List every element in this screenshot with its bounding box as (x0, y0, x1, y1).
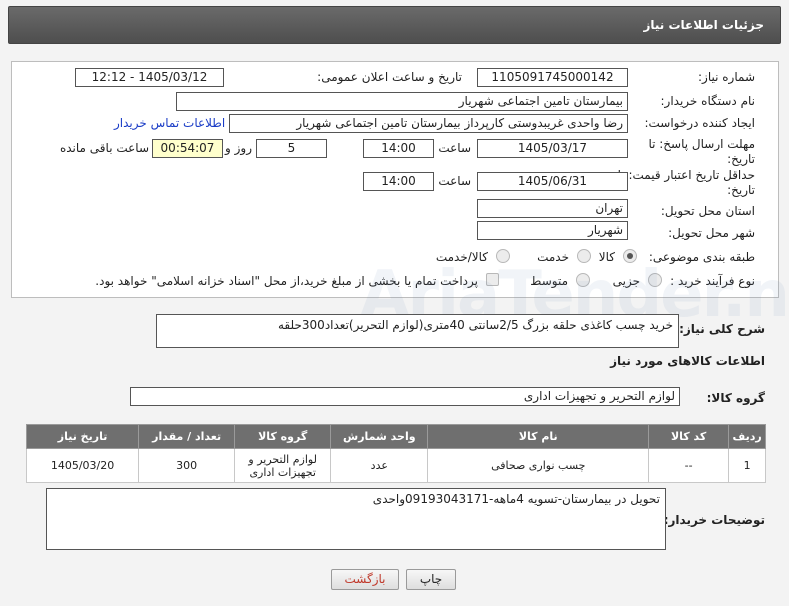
cell-code: -- (648, 448, 730, 483)
announce-datetime-field: 1405/03/12 - 12:12 (75, 68, 224, 87)
cell-qty: 300 (138, 448, 236, 483)
province-field: تهران (477, 199, 628, 218)
reply-deadline-time-label: ساعت (438, 141, 471, 155)
reply-days-field: 5 (256, 139, 327, 158)
page-title: جزئیات اطلاعات نیاز (643, 18, 764, 32)
price-validity-time: 14:00 (363, 172, 434, 191)
need-number-field: 1105091745000142 (477, 68, 628, 87)
items-table: ردیف کد کالا نام کالا واحد شمارش گروه کا… (25, 424, 766, 483)
category-option-goods-service: کالا/خدمت (435, 250, 488, 264)
requester-label: ایجاد کننده درخواست: (644, 116, 755, 130)
reply-deadline-date: 1405/03/17 (477, 139, 628, 158)
col-row: ردیف (728, 424, 766, 449)
items-table-header: ردیف کد کالا نام کالا واحد شمارش گروه کا… (25, 424, 766, 449)
city-field: شهریار (477, 221, 628, 240)
cell-date: 1405/03/20 (25, 448, 140, 483)
goods-section-title: اطلاعات کالاهای مورد نیاز (610, 354, 765, 368)
treasury-payment-note: پرداخت تمام یا بخشی از مبلغ خرید،از محل … (95, 274, 478, 288)
category-option-goods: کالا (598, 250, 615, 264)
reply-deadline-time: 14:00 (363, 139, 434, 158)
requester-field: رضا واحدی غریبدوستی کارپرداز بیمارستان ت… (229, 114, 628, 133)
city-label: شهر محل تحویل: (668, 226, 755, 240)
goods-group-label: گروه کالا: (706, 391, 765, 405)
category-label: طبقه بندی موضوعی: (648, 250, 755, 264)
col-group: گروه کالا (234, 424, 332, 449)
print-button[interactable]: چاپ (406, 569, 456, 590)
cell-row: 1 (728, 448, 766, 483)
treasury-payment-checkbox[interactable] (486, 273, 499, 286)
goods-group-field: لوازم التحریر و تجهیزات اداری (130, 387, 680, 406)
col-qty: تعداد / مقدار (138, 424, 236, 449)
back-button[interactable]: بازگشت (331, 569, 399, 590)
process-radio-medium[interactable] (576, 273, 590, 287)
purchase-process-label: نوع فرآیند خرید : (670, 274, 755, 288)
buyer-notes-text: تحویل در بیمارستان-تسویه 4ماهه-091930431… (372, 492, 660, 506)
reply-days-label: روز و (225, 141, 252, 155)
category-radio-goods-service[interactable] (496, 249, 510, 263)
summary-text: خرید چسب کاغذی حلقه بزرگ 2/5سانتی 40متری… (278, 318, 673, 332)
cell-name: چسب نواری صحافی (427, 448, 650, 483)
process-option-medium: متوسط (530, 274, 568, 288)
summary-textarea[interactable]: خرید چسب کاغذی حلقه بزرگ 2/5سانتی 40متری… (156, 314, 679, 348)
price-validity-date: 1405/06/31 (477, 172, 628, 191)
col-code: کد کالا (648, 424, 730, 449)
price-validity-label: حداقل تاریخ اعتبار قیمت: تا تاریخ: (617, 168, 755, 197)
buyer-notes-label: توضیحات خریدار: (663, 513, 765, 527)
process-radio-minor[interactable] (648, 273, 662, 287)
remaining-time-field: 00:54:07 (152, 139, 223, 158)
cell-group: لوازم التحریر و تجهیزات اداری (234, 448, 332, 483)
need-number-label: شماره نیاز: (698, 70, 755, 84)
buyer-contact-link[interactable]: اطلاعات تماس خریدار (114, 116, 225, 130)
buyer-org-field: بیمارستان تامین اجتماعی شهریار (176, 92, 628, 111)
remaining-time-label: ساعت باقی مانده (59, 141, 149, 155)
col-name: نام کالا (427, 424, 650, 449)
cell-unit: عدد (330, 448, 429, 483)
process-option-minor: جزیی (612, 274, 640, 288)
announce-datetime-label: تاریخ و ساعت اعلان عمومی: (317, 70, 462, 84)
category-option-service: خدمت (537, 250, 569, 264)
reply-deadline-label: مهلت ارسال پاسخ: تا تاریخ: (648, 137, 755, 166)
province-label: استان محل تحویل: (660, 204, 755, 218)
category-radio-goods[interactable] (623, 249, 637, 263)
page-header: جزئیات اطلاعات نیاز (8, 6, 781, 44)
price-validity-time-label: ساعت (438, 174, 471, 188)
table-row: 1 -- چسب نواری صحافی عدد لوازم التحریر و… (25, 448, 766, 483)
col-unit: واحد شمارش (330, 424, 429, 449)
buyer-org-label: نام دستگاه خریدار: (660, 94, 756, 108)
summary-label: شرح کلی نیاز: (679, 322, 765, 336)
buyer-notes-textarea[interactable]: تحویل در بیمارستان-تسویه 4ماهه-091930431… (46, 488, 666, 550)
category-radio-service[interactable] (577, 249, 591, 263)
col-date: تاریخ نیاز (25, 424, 140, 449)
